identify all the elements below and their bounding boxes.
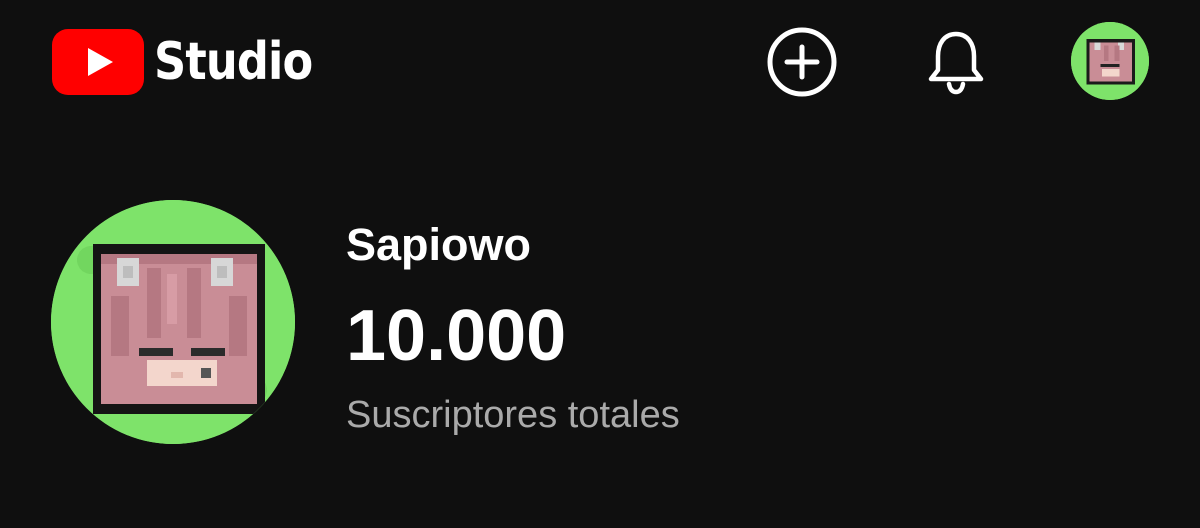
bell-icon (928, 31, 984, 95)
subscriber-count: 10.000 (346, 296, 567, 376)
account-avatar[interactable] (1071, 22, 1149, 100)
avatar-image (1071, 22, 1149, 100)
channel-avatar-image (51, 200, 295, 444)
subscriber-label: Suscriptores totales (346, 394, 680, 436)
create-button[interactable] (764, 26, 840, 98)
studio-wordmark: Studio (154, 32, 313, 92)
youtube-studio-logo[interactable]: Studio (52, 26, 338, 98)
channel-name[interactable]: Sapiowo (346, 220, 531, 270)
create-plus-icon (767, 27, 837, 97)
channel-avatar[interactable] (51, 200, 295, 444)
top-bar: Studio (0, 0, 1200, 130)
notifications-button[interactable] (920, 26, 992, 98)
youtube-play-icon (52, 29, 144, 95)
